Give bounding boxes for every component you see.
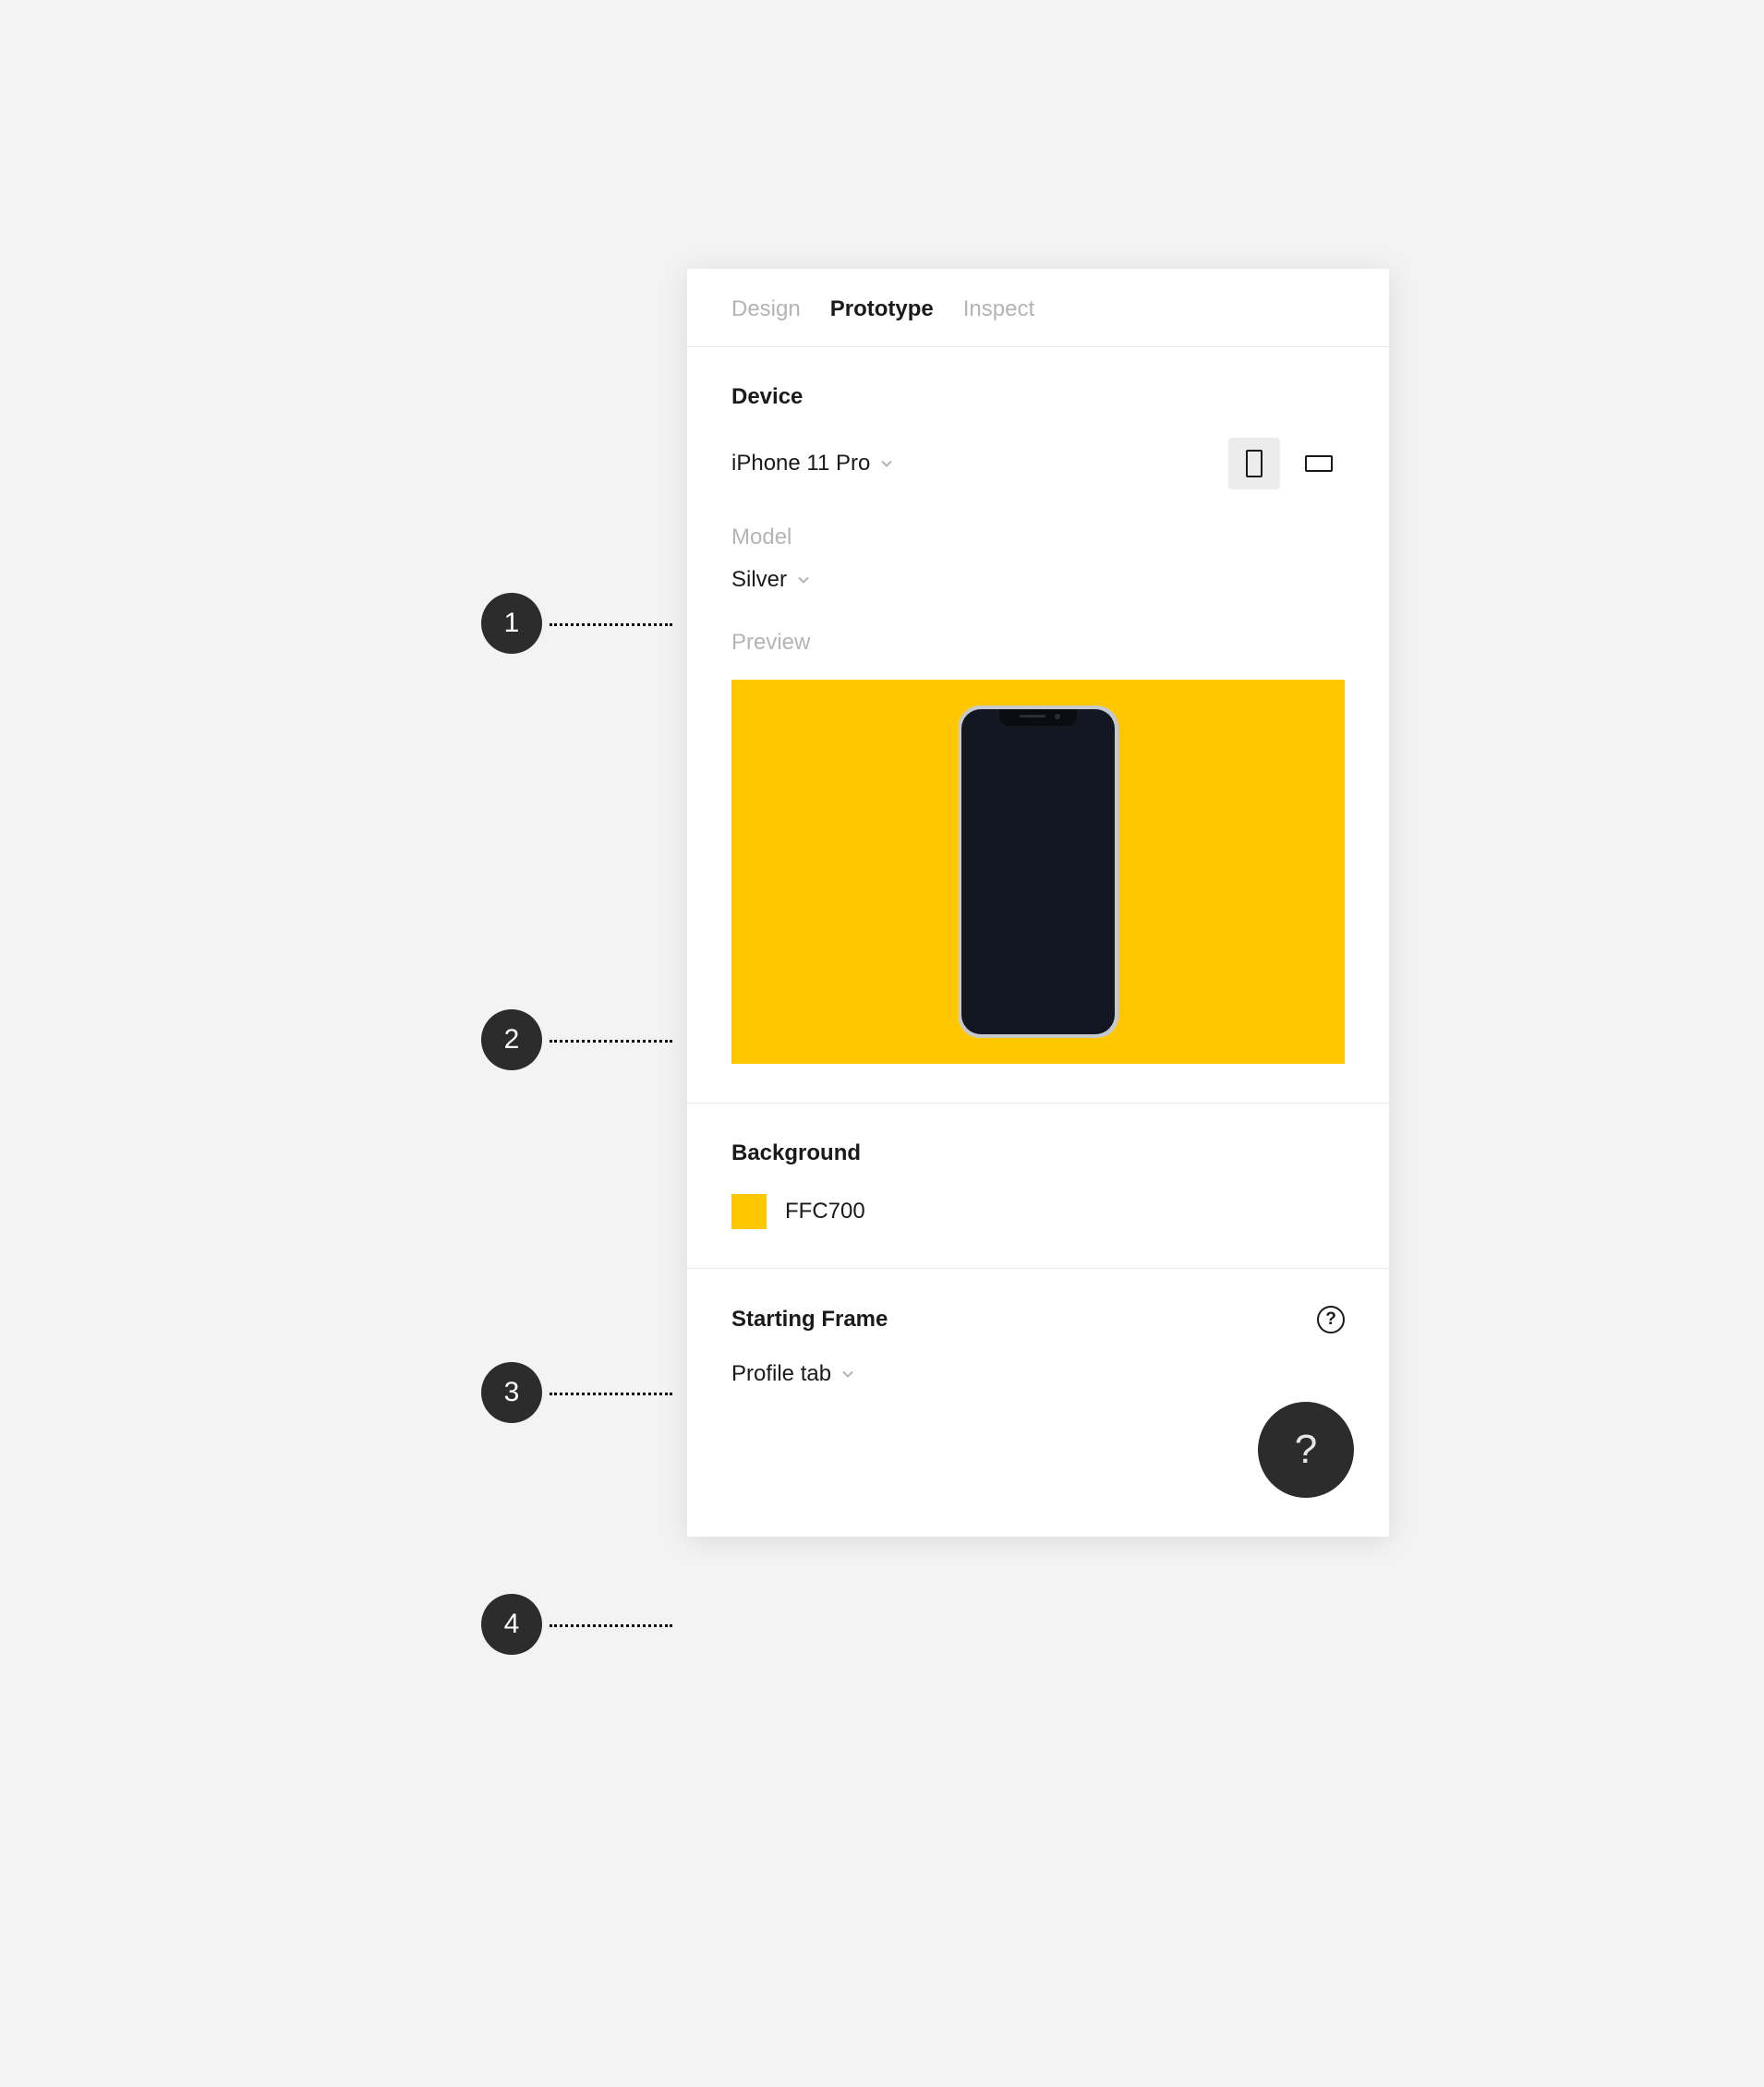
callout-3: 3 xyxy=(481,1362,542,1423)
dotted-line-4 xyxy=(550,1624,672,1627)
phone-frame xyxy=(958,706,1118,1038)
phone-screen xyxy=(961,709,1115,1034)
background-color-row: FFC700 xyxy=(731,1194,1345,1229)
device-dropdown-label: iPhone 11 Pro xyxy=(731,451,870,477)
model-dropdown-label: Silver xyxy=(731,567,787,593)
starting-frame-section: Starting Frame ? Profile tab ? xyxy=(687,1269,1389,1537)
prototype-panel: Design Prototype Inspect Device iPhone 1… xyxy=(687,269,1389,1537)
portrait-icon xyxy=(1246,450,1263,477)
dotted-line-2 xyxy=(550,1040,672,1043)
model-dropdown[interactable]: Silver xyxy=(731,567,811,593)
model-label: Model xyxy=(731,525,1345,550)
panel-tabs: Design Prototype Inspect xyxy=(687,269,1389,347)
orientation-toggle xyxy=(1228,438,1345,489)
help-icon[interactable]: ? xyxy=(1317,1306,1345,1333)
phone-notch xyxy=(999,709,1077,726)
starting-frame-title: Starting Frame xyxy=(731,1307,888,1333)
orientation-landscape-button[interactable] xyxy=(1293,438,1345,489)
background-color-swatch[interactable] xyxy=(731,1194,767,1229)
starting-frame-dropdown-label: Profile tab xyxy=(731,1361,831,1387)
chevron-down-icon xyxy=(840,1367,855,1381)
tab-inspect[interactable]: Inspect xyxy=(963,296,1034,322)
tab-design[interactable]: Design xyxy=(731,296,801,322)
background-section-title: Background xyxy=(731,1140,1345,1166)
preview-label: Preview xyxy=(731,630,1345,656)
device-selector-row: iPhone 11 Pro xyxy=(731,438,1345,489)
chevron-down-icon xyxy=(796,573,811,587)
background-color-hex[interactable]: FFC700 xyxy=(785,1199,865,1224)
callout-1: 1 xyxy=(481,593,542,654)
device-dropdown[interactable]: iPhone 11 Pro xyxy=(731,451,894,477)
device-section: Device iPhone 11 Pro Model Silver xyxy=(687,347,1389,1104)
device-preview xyxy=(731,680,1345,1064)
starting-frame-dropdown[interactable]: Profile tab xyxy=(731,1361,855,1387)
tab-prototype[interactable]: Prototype xyxy=(830,296,934,322)
landscape-icon xyxy=(1305,455,1333,472)
dotted-line-1 xyxy=(550,623,672,626)
callout-2: 2 xyxy=(481,1009,542,1070)
orientation-portrait-button[interactable] xyxy=(1228,438,1280,489)
stage: 1 2 3 4 Design Prototype Inspect Device … xyxy=(0,0,1764,2087)
help-fab[interactable]: ? xyxy=(1258,1402,1354,1498)
callout-4: 4 xyxy=(481,1594,542,1655)
dotted-line-3 xyxy=(550,1393,672,1395)
device-section-title: Device xyxy=(731,384,1345,410)
chevron-down-icon xyxy=(879,456,894,471)
background-section: Background FFC700 xyxy=(687,1104,1389,1269)
